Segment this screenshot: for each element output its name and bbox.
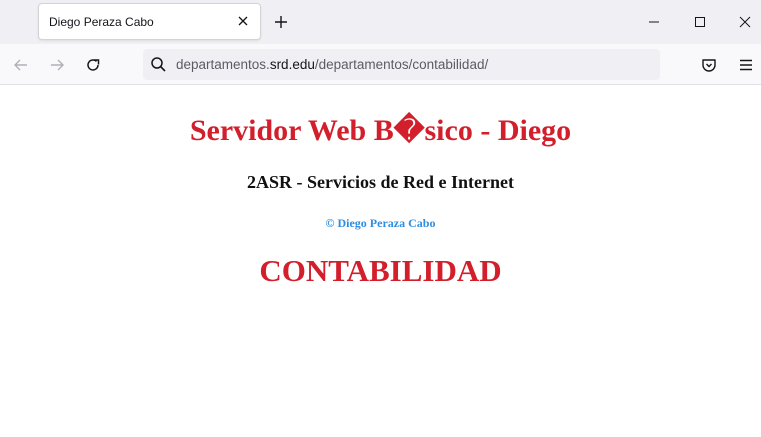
reload-icon[interactable] xyxy=(84,56,102,74)
close-icon[interactable] xyxy=(235,13,251,29)
tab-strip: Diego Peraza Cabo xyxy=(0,0,761,44)
arrow-right-icon[interactable] xyxy=(48,56,66,74)
plus-icon[interactable] xyxy=(272,13,290,31)
pocket-icon[interactable] xyxy=(700,56,718,74)
tab-title: Diego Peraza Cabo xyxy=(49,15,154,29)
minimize-icon[interactable] xyxy=(641,10,667,34)
address-bar[interactable]: departamentos.srd.edu/departamentos/cont… xyxy=(143,49,660,80)
url-prefix: departamentos. xyxy=(176,57,270,72)
department-title: CONTABILIDAD xyxy=(259,253,502,288)
page-content: Servidor Web B�sico - Diego 2ASR - Servi… xyxy=(0,86,761,437)
page-subheading: 2ASR - Servicios de Red e Internet xyxy=(247,172,514,192)
url-path: /departamentos/contabilidad/ xyxy=(314,57,489,72)
search-icon xyxy=(151,57,166,72)
url-text[interactable]: departamentos.srd.edu/departamentos/cont… xyxy=(176,57,488,72)
hamburger-menu-icon[interactable] xyxy=(737,56,755,74)
page-heading: Servidor Web B�sico - Diego xyxy=(189,114,572,147)
maximize-icon[interactable] xyxy=(687,10,713,34)
navigation-toolbar: departamentos.srd.edu/departamentos/cont… xyxy=(0,44,761,85)
tab-active[interactable]: Diego Peraza Cabo xyxy=(38,3,261,40)
url-domain: srd.edu xyxy=(269,57,315,72)
copyright-text: © Diego Peraza Cabo xyxy=(325,216,436,230)
close-window-icon[interactable] xyxy=(732,10,758,34)
arrow-left-icon[interactable] xyxy=(12,56,30,74)
